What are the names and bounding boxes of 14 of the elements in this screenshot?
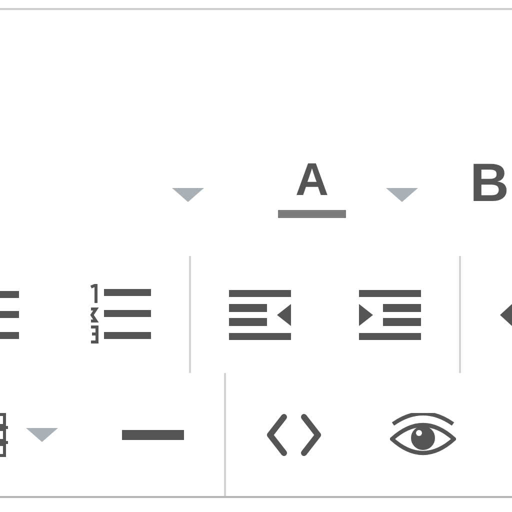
caret-icon <box>172 188 204 202</box>
indent-icon <box>359 290 421 340</box>
arrow-icon <box>498 304 512 326</box>
text-color-button[interactable]: A <box>278 156 346 218</box>
eye-icon <box>390 412 456 456</box>
caret-icon <box>386 188 418 202</box>
outdent-icon <box>229 290 291 340</box>
caret-icon <box>26 428 58 442</box>
code-icon <box>266 414 322 456</box>
color-bar-icon <box>278 210 346 218</box>
table-icon <box>0 412 8 456</box>
letter-a-icon: A <box>295 156 329 202</box>
bold-button[interactable]: B <box>470 148 510 218</box>
list-icon <box>0 290 20 338</box>
